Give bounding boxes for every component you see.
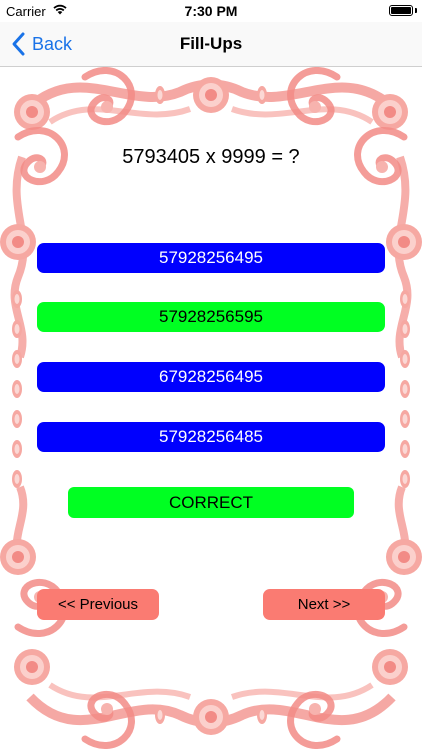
previous-button[interactable]: << Previous: [37, 589, 159, 620]
page-title: Fill-Ups: [179, 34, 243, 53]
question-text: 5793405 x 9999 = ?: [122, 146, 300, 168]
answer-option-2[interactable]: 57928256595: [37, 302, 385, 332]
answer-option-4[interactable]: 57928256485: [37, 422, 385, 452]
navigation-bar: Back Fill-Ups: [0, 22, 422, 67]
next-button[interactable]: Next >>: [263, 589, 385, 620]
ornamental-frame: [0, 67, 422, 750]
status-time: 7:30 PM: [184, 3, 238, 19]
quiz-content: 5793405 x 9999 = ? 57928256495 579282565…: [0, 67, 422, 750]
battery-tip: [415, 8, 417, 13]
status-bar: Carrier 7:30 PM: [0, 0, 422, 22]
answer-option-1[interactable]: 57928256495: [37, 243, 385, 273]
battery-icon: [389, 5, 413, 16]
result-badge: CORRECT: [68, 487, 354, 518]
answer-option-3[interactable]: 67928256495: [37, 362, 385, 392]
